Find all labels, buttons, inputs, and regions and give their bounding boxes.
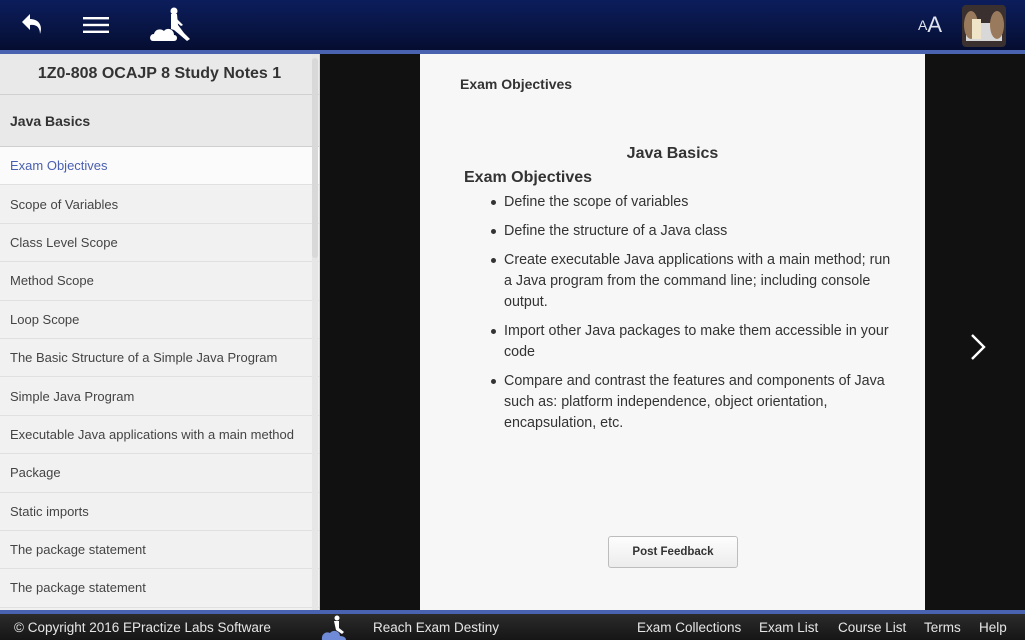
content-page: Exam Objectives Java Basics Exam Objecti… xyxy=(420,54,925,610)
person-reading-on-cloud-logo xyxy=(150,7,190,41)
sidebar-item-package-statement-2[interactable]: The package statement xyxy=(0,569,319,608)
sidebar-item-method-scope[interactable]: Method Scope xyxy=(0,262,319,301)
user-avatar-photo xyxy=(962,5,1006,47)
objective-item: Import other Java packages to make them … xyxy=(491,321,894,363)
sidebar-item-exam-objectives[interactable]: Exam Objectives xyxy=(0,147,319,186)
chevron-right-icon xyxy=(971,334,986,360)
document-subtitle: Exam Objectives xyxy=(464,169,593,186)
back-button[interactable] xyxy=(14,0,52,50)
objectives-list: Define the scope of variables Define the… xyxy=(491,192,894,442)
sidebar-item-scope-of-variables[interactable]: Scope of Variables xyxy=(0,185,319,224)
sidebar-item-package[interactable]: Package xyxy=(0,454,319,493)
next-page-button[interactable] xyxy=(955,320,1001,374)
copyright-text: © Copyright 2016 EPractize Labs Software xyxy=(14,620,271,635)
content-heading: Exam Objectives xyxy=(460,76,573,92)
user-avatar[interactable] xyxy=(962,5,1006,47)
top-header: AA xyxy=(0,0,1025,50)
font-size-button[interactable]: AA xyxy=(910,0,950,50)
footer-link-help[interactable]: Help xyxy=(979,620,1007,635)
sidebar-item-class-level-scope[interactable]: Class Level Scope xyxy=(0,223,319,263)
sidebar-scrollbar-thumb[interactable] xyxy=(312,58,318,258)
sidebar-item-static-imports[interactable]: Static imports xyxy=(0,492,319,531)
hamburger-menu-icon xyxy=(83,17,109,33)
post-feedback-button[interactable]: Post Feedback xyxy=(608,536,738,568)
font-size-large-glyph: A xyxy=(927,12,943,37)
app-logo[interactable] xyxy=(140,0,200,50)
objective-item: Define the scope of variables xyxy=(491,192,894,213)
objective-item: Define the structure of a Java class xyxy=(491,221,894,242)
objective-item: Compare and contrast the features and co… xyxy=(491,371,894,434)
sidebar-item-package-statement[interactable]: The package statement xyxy=(0,530,319,570)
font-size-small-glyph: A xyxy=(917,17,928,33)
document-title: Java Basics xyxy=(626,145,719,162)
tagline-text: Reach Exam Destiny xyxy=(373,620,500,635)
menu-button[interactable] xyxy=(78,0,114,50)
sidebar: 1Z0-808 OCAJP 8 Study Notes 1 Java Basic… xyxy=(0,54,320,610)
footer-link-exam-collections[interactable]: Exam Collections xyxy=(637,620,741,635)
sidebar-item-basic-structure[interactable]: The Basic Structure of a Simple Java Pro… xyxy=(0,338,319,378)
sidebar-title: 1Z0-808 OCAJP 8 Study Notes 1 xyxy=(0,54,319,95)
sidebar-section-java-basics[interactable]: Java Basics xyxy=(0,95,319,147)
footer: © Copyright 2016 EPractize Labs Software… xyxy=(0,614,1025,640)
sidebar-item-loop-scope[interactable]: Loop Scope xyxy=(0,300,319,339)
footer-link-exam-list[interactable]: Exam List xyxy=(759,620,818,635)
sidebar-item-simple-java-program[interactable]: Simple Java Program xyxy=(0,377,319,416)
footer-link-terms[interactable]: Terms xyxy=(924,620,961,635)
footer-link-course-list[interactable]: Course List xyxy=(838,620,906,635)
footer-logo-icon xyxy=(321,615,346,640)
objective-item: Create executable Java applications with… xyxy=(491,250,894,313)
back-arrow-icon xyxy=(22,14,41,34)
sidebar-item-executable-java-apps[interactable]: Executable Java applications with a main… xyxy=(0,415,319,455)
